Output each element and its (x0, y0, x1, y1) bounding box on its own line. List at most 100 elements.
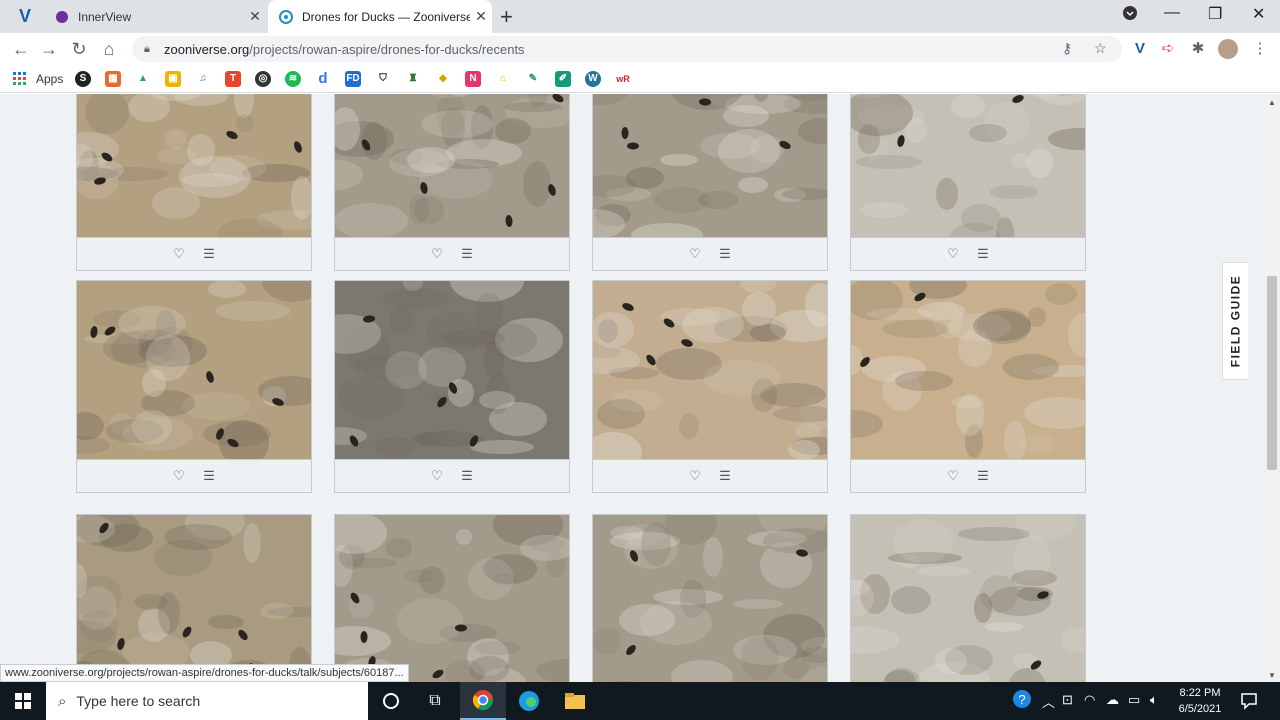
subject-image[interactable] (563, 94, 853, 247)
minimize-button[interactable]: — (1164, 4, 1180, 22)
chrome-taskbar-icon[interactable] (460, 682, 506, 720)
subject-card[interactable]: ♡☰ (592, 492, 847, 682)
app-logo-icon[interactable]: V (14, 6, 36, 26)
tab-close-icon[interactable]: ✕ (470, 8, 492, 25)
bookmark-home-icon[interactable]: ⌂ (495, 71, 511, 87)
taskbar-clock[interactable]: 8:22 PM 6/5/2021 (1170, 685, 1230, 717)
apps-label[interactable]: Apps (36, 72, 63, 86)
bookmark-edit-icon[interactable]: ✐ (555, 71, 571, 87)
subject-image[interactable] (57, 94, 330, 252)
taskbar-search-input[interactable]: ⌕ Type here to search (46, 682, 368, 720)
address-bar[interactable]: 🔒︎ zooniverse.org/projects/rowan-aspire/… (132, 36, 1122, 62)
subject-image[interactable] (317, 504, 600, 682)
favorite-heart-icon[interactable]: ♡ (172, 468, 186, 484)
favorite-heart-icon[interactable]: ♡ (946, 468, 960, 484)
spotify-icon[interactable]: ≋ (285, 71, 301, 87)
scrollbar-thumb[interactable] (1267, 276, 1277, 470)
add-to-collection-icon[interactable]: ☰ (718, 468, 732, 484)
notifications-icon[interactable] (1240, 692, 1258, 713)
subject-image[interactable] (823, 504, 1093, 682)
subject-card[interactable]: ♡☰ (843, 94, 1110, 271)
bookmark-t-icon[interactable]: T (225, 71, 241, 87)
onedrive-cloud-icon[interactable]: ☁ (1106, 692, 1119, 708)
bookmark-s-icon[interactable]: S (75, 71, 91, 87)
scroll-up-arrow-icon[interactable]: ▲ (1268, 98, 1276, 107)
field-guide-tab[interactable]: FIELD GUIDE (1222, 262, 1248, 380)
key-icon[interactable]: ⚷ (1062, 40, 1072, 57)
bookmark-gift-icon[interactable]: ▦ (105, 71, 121, 87)
bookmark-classroom-icon[interactable]: ▣ (165, 71, 181, 87)
favorite-heart-icon[interactable]: ♡ (172, 246, 186, 262)
volume-muted-icon[interactable]: 🔈︎ (1150, 692, 1158, 708)
profile-avatar[interactable] (1218, 39, 1238, 59)
tab-innerview[interactable]: InnerView ✕ (44, 0, 266, 33)
apps-grid-icon[interactable] (12, 71, 28, 87)
bookmark-fd-icon[interactable]: FD (345, 71, 361, 87)
bookmark-d-icon[interactable]: d (315, 71, 331, 87)
cortana-icon[interactable] (368, 682, 414, 720)
page-scrollbar[interactable]: ▲ ▼ (1264, 94, 1280, 682)
home-button[interactable]: ⌂ (98, 38, 120, 60)
new-tab-button[interactable]: + (500, 4, 513, 30)
scroll-down-arrow-icon[interactable]: ▼ (1268, 671, 1276, 680)
favorite-heart-icon[interactable]: ♡ (688, 468, 702, 484)
subject-card[interactable]: ♡☰ (823, 504, 1093, 682)
extension-v-icon[interactable]: V (1130, 39, 1150, 59)
forward-button[interactable]: → (38, 38, 60, 60)
task-view-icon[interactable]: ⧉ (412, 682, 458, 720)
back-button[interactable]: ← (10, 38, 32, 60)
add-to-collection-icon[interactable]: ☰ (460, 468, 474, 484)
subject-image[interactable] (821, 271, 1104, 462)
file-explorer-icon[interactable] (552, 682, 598, 720)
subject-image[interactable] (843, 94, 1110, 251)
subject-card[interactable]: ♡☰ (54, 260, 324, 493)
add-to-collection-icon[interactable]: ☰ (718, 246, 732, 262)
bookmark-quill-icon[interactable]: ✎ (525, 71, 541, 87)
tray-chevron-up-icon[interactable]: ︿ (1042, 692, 1055, 711)
wordreference-icon[interactable]: wR (615, 71, 631, 87)
browser-menu-icon[interactable]: ⋮ (1250, 39, 1270, 59)
add-to-collection-icon[interactable]: ☰ (460, 246, 474, 262)
subject-card[interactable]: ♡☰ (566, 275, 841, 493)
subject-card[interactable]: ♡☰ (309, 94, 579, 271)
bookmark-music-icon[interactable]: ♫ (195, 71, 211, 87)
subject-image[interactable] (54, 260, 324, 466)
favorite-heart-icon[interactable]: ♡ (430, 246, 444, 262)
bookmark-bird-icon[interactable]: ◆ (435, 71, 451, 87)
favorite-heart-icon[interactable]: ♡ (946, 246, 960, 262)
wordpress-icon[interactable]: W (585, 71, 601, 87)
subject-card[interactable]: ♡☰ (821, 271, 1104, 493)
subject-card[interactable]: ♡☰ (563, 94, 853, 271)
add-to-collection-icon[interactable]: ☰ (202, 246, 216, 262)
tab-close-icon[interactable]: ✕ (244, 8, 266, 25)
help-icon[interactable]: ? (1012, 689, 1032, 712)
bookmark-figure-icon[interactable]: ♜ (405, 71, 421, 87)
add-to-collection-icon[interactable]: ☰ (976, 246, 990, 262)
subject-image[interactable] (309, 94, 579, 239)
reload-button[interactable]: ↻ (68, 38, 90, 60)
windows-start-icon[interactable] (0, 682, 46, 720)
subject-card[interactable]: ♡☰ (48, 504, 325, 682)
tab-drones-for-ducks[interactable]: Drones for Ducks — Zooniverse ✕ (268, 0, 492, 33)
subject-card[interactable]: ♡☰ (317, 504, 600, 682)
subject-image[interactable] (48, 504, 325, 682)
extension-arrow-icon[interactable]: ➪ (1158, 39, 1178, 59)
battery-icon[interactable]: ▭ (1128, 692, 1140, 708)
google-drive-icon[interactable]: ▲ (135, 71, 151, 87)
bookmark-star-icon[interactable]: ☆ (1094, 40, 1107, 57)
tray-app-icon[interactable]: ⊡ (1062, 692, 1073, 708)
profile-menu-icon[interactable] (1122, 4, 1138, 25)
subject-card[interactable]: ♡☰ (311, 260, 570, 493)
subject-image[interactable] (566, 275, 841, 472)
close-window-button[interactable]: ✕ (1252, 4, 1265, 24)
bookmark-shield-icon[interactable]: ⛉ (375, 71, 391, 87)
add-to-collection-icon[interactable]: ☰ (202, 468, 216, 484)
bookmark-n-icon[interactable]: N (465, 71, 481, 87)
wifi-icon[interactable]: ◠ (1084, 692, 1095, 708)
edge-taskbar-icon[interactable] (506, 682, 552, 720)
favorite-heart-icon[interactable]: ♡ (688, 246, 702, 262)
subject-image[interactable] (593, 492, 847, 682)
subject-card[interactable]: ♡☰ (57, 94, 330, 271)
restore-button[interactable]: ❐ (1208, 4, 1222, 24)
bookmark-globe-icon[interactable]: ◎ (255, 71, 271, 87)
